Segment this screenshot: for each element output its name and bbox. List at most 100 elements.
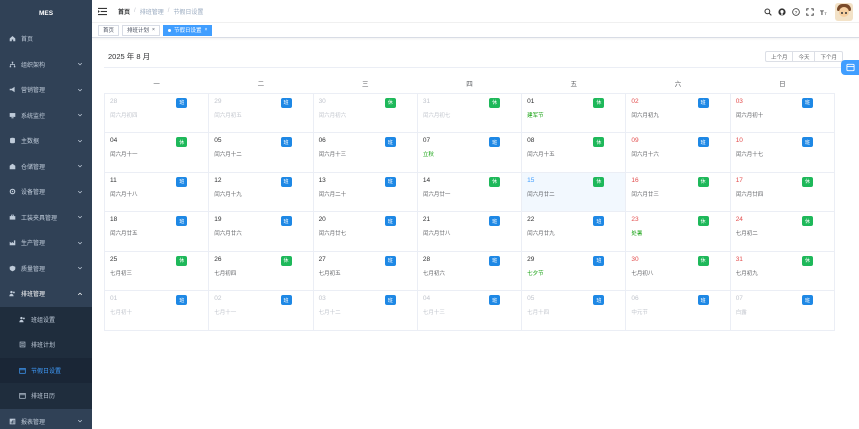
sidebar-item-7[interactable]: 工装夹具管理 [0,205,92,231]
calendar-day-cell[interactable]: 29 闰六月初五 班 [208,92,314,133]
calendar-day-cell[interactable]: 29 七夕节 班 [521,250,627,291]
sidebar-item-5[interactable]: 仓储管理 [0,154,92,180]
calendar-day-cell[interactable]: 24 七月初二 休 [729,211,836,252]
day-type-badge[interactable]: 班 [280,295,292,305]
day-type-badge[interactable]: 班 [489,255,501,266]
search-icon[interactable] [763,7,772,16]
sidebar-item-1[interactable]: 组织架构 [0,52,92,78]
calendar-day-cell[interactable]: 31 闰六月初七 休 [416,92,523,133]
calendar-day-cell[interactable]: 02 七月十一 班 [208,290,314,331]
day-type-badge[interactable]: 班 [489,216,501,226]
submenu-item-2[interactable]: 节假日设置 [0,357,92,383]
day-type-badge[interactable]: 休 [802,216,813,226]
day-type-badge[interactable]: 休 [802,176,813,187]
calendar-day-cell[interactable]: 14 闰六月廿一 休 [416,171,523,212]
day-type-badge[interactable]: 休 [176,255,188,266]
day-type-badge[interactable]: 班 [697,97,709,108]
day-type-badge[interactable]: 休 [593,97,605,108]
day-type-badge[interactable]: 班 [176,216,188,226]
sidebar-item-10[interactable]: 排班管理 [0,281,92,307]
hamburger-icon[interactable] [98,6,108,16]
calendar-day-cell[interactable]: 23 处暑 休 [625,211,731,252]
calendar-day-cell[interactable]: 22 闰六月廿九 班 [521,211,627,252]
day-type-badge[interactable]: 班 [802,295,813,305]
sidebar-item-0[interactable]: 首页 [0,26,92,52]
calendar-day-cell[interactable]: 12 闰六月十九 班 [208,171,314,212]
day-type-badge[interactable]: 班 [384,255,396,266]
sidebar-item-2[interactable]: 营销管理 [0,77,92,103]
calendar-day-cell[interactable]: 30 七月初八 休 [625,250,731,291]
help-icon[interactable]: ? [791,7,800,16]
day-type-badge[interactable]: 休 [489,176,501,187]
calendar-day-cell[interactable]: 07 白露 班 [729,290,836,331]
day-type-badge[interactable]: 休 [593,176,605,187]
calendar-day-cell[interactable]: 01 七月初十 班 [103,290,210,331]
sidebar-item-report[interactable]: 报表管理 [0,409,92,429]
submenu-item-1[interactable]: 排班计划 [0,332,92,358]
calendar-day-cell[interactable]: 11 闰六月十八 班 [103,171,210,212]
day-type-badge[interactable]: 班 [176,97,188,108]
submenu-item-3[interactable]: 排班日历 [0,383,92,409]
day-type-badge[interactable]: 班 [802,137,813,147]
calendar-day-cell[interactable]: 28 七月初六 班 [416,250,523,291]
day-type-badge[interactable]: 休 [802,255,813,266]
calendar-day-cell[interactable]: 16 闰六月廿三 休 [625,171,731,212]
prev-month-button[interactable]: 上个月 [764,51,794,62]
breadcrumb-home[interactable]: 首页 [118,7,130,16]
day-type-badge[interactable]: 班 [280,176,292,187]
day-type-badge[interactable]: 班 [802,97,813,108]
fullscreen-icon[interactable] [805,7,814,16]
calendar-day-cell[interactable]: 05 七月十四 班 [521,290,627,331]
today-button[interactable]: 今天 [792,51,816,62]
day-type-badge[interactable]: 班 [593,216,605,226]
day-type-badge[interactable]: 班 [176,295,188,305]
calendar-day-cell[interactable]: 21 闰六月廿八 班 [416,211,523,252]
sidebar-item-8[interactable]: 生产管理 [0,230,92,256]
tag-schedule-plan[interactable]: 排班计划 × [122,24,160,36]
tag-holiday-settings[interactable]: 节假日设置 × [162,24,213,36]
calendar-day-cell[interactable]: 18 闰六月廿五 班 [103,211,210,252]
day-type-badge[interactable]: 休 [280,255,292,266]
sidebar-item-3[interactable]: 系统监控 [0,103,92,129]
avatar[interactable] [835,2,853,21]
next-month-button[interactable]: 下个月 [814,51,843,62]
day-type-badge[interactable]: 班 [697,295,709,305]
day-type-badge[interactable]: 班 [384,216,396,226]
day-type-badge[interactable]: 班 [280,97,292,108]
day-type-badge[interactable]: 休 [697,216,709,226]
day-type-badge[interactable]: 班 [384,176,396,187]
calendar-day-cell[interactable]: 06 中元节 班 [625,290,731,331]
day-type-badge[interactable]: 休 [176,137,188,147]
day-type-badge[interactable]: 休 [697,255,709,266]
day-type-badge[interactable]: 班 [384,137,396,147]
day-type-badge[interactable]: 班 [384,295,396,305]
calendar-day-cell[interactable]: 26 七月初四 休 [208,250,314,291]
calendar-day-cell[interactable]: 07 立秋 班 [416,132,523,173]
font-size-icon[interactable]: TT [819,7,828,16]
calendar-day-cell[interactable]: 27 七月初五 班 [312,250,418,291]
day-type-badge[interactable]: 班 [280,137,292,147]
day-type-badge[interactable]: 班 [697,137,709,147]
calendar-day-cell[interactable]: 15 闰六月廿二 休 [521,171,627,212]
tag-home[interactable]: 首页 [98,24,120,36]
calendar-day-cell[interactable]: 19 闰六月廿六 班 [208,211,314,252]
calendar-day-cell[interactable]: 31 七月初九 休 [729,250,836,291]
close-icon[interactable]: × [204,27,207,33]
sidebar-item-9[interactable]: 质量管理 [0,256,92,282]
calendar-day-cell[interactable]: 08 闰六月十五 休 [521,132,627,173]
day-type-badge[interactable]: 班 [593,255,605,266]
day-type-badge[interactable]: 班 [176,176,188,187]
calendar-day-cell[interactable]: 25 七月初三 休 [103,250,210,291]
day-type-badge[interactable]: 班 [593,295,605,305]
calendar-day-cell[interactable]: 30 闰六月初六 休 [312,92,418,133]
calendar-day-cell[interactable]: 10 闰六月十七 班 [729,132,836,173]
calendar-day-cell[interactable]: 05 闰六月十二 班 [208,132,314,173]
calendar-day-cell[interactable]: 20 闰六月廿七 班 [312,211,418,252]
calendar-day-cell[interactable]: 13 闰六月二十 班 [312,171,418,212]
calendar-day-cell[interactable]: 06 闰六月十三 班 [312,132,418,173]
submenu-item-0[interactable]: 班组设置 [0,307,92,333]
day-type-badge[interactable]: 休 [384,97,396,108]
day-type-badge[interactable]: 班 [280,216,292,226]
calendar-day-cell[interactable]: 09 闰六月十六 班 [625,132,731,173]
calendar-day-cell[interactable]: 03 七月十二 班 [312,290,418,331]
